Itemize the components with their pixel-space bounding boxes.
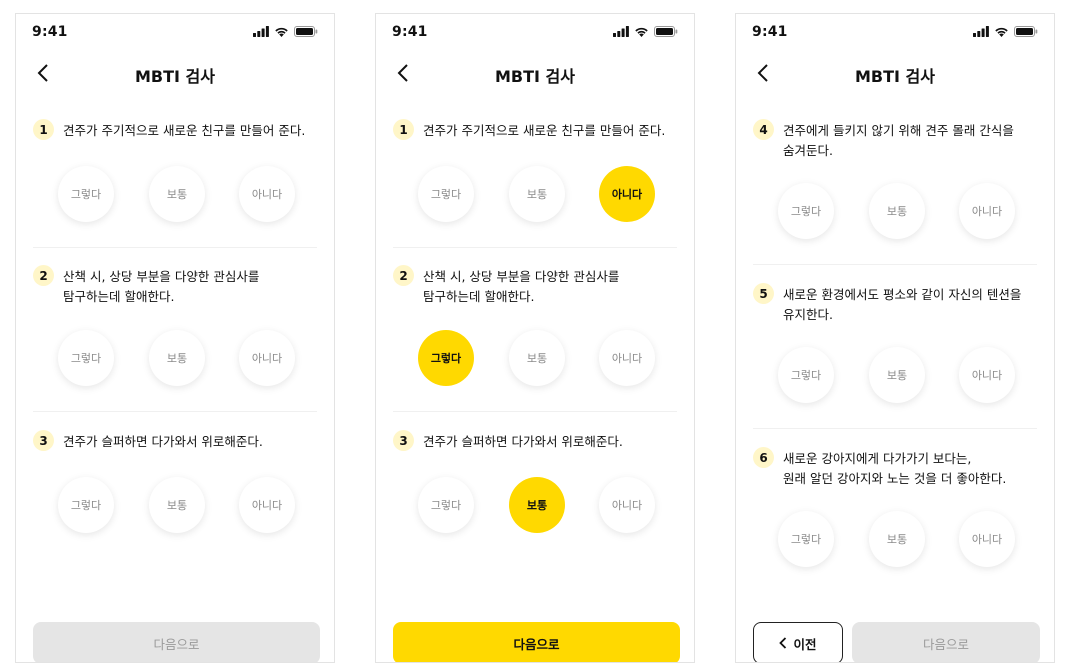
status-time: 9:41 <box>752 24 788 40</box>
option-yes[interactable]: 그렇다 <box>418 330 474 386</box>
nav-bar: MBTI 검사 <box>16 54 334 94</box>
question-number-badge: 3 <box>33 430 54 451</box>
battery-icon <box>654 26 678 37</box>
option-neutral[interactable]: 보통 <box>509 477 565 533</box>
chevron-left-icon <box>779 637 787 649</box>
question-text: 견주가 주기적으로 새로운 친구를 만들어 준다. <box>63 123 306 138</box>
option-yes[interactable]: 그렇다 <box>778 511 834 567</box>
divider <box>33 247 317 248</box>
option-no[interactable]: 아니다 <box>239 166 295 222</box>
question-text: 견주에게 들키지 않기 위해 견주 몰래 간식을 숨겨둔다. <box>783 123 1014 158</box>
option-neutral[interactable]: 보통 <box>509 166 565 222</box>
next-button[interactable]: 다음으로 <box>852 622 1040 662</box>
question-number-badge: 5 <box>753 283 774 304</box>
option-yes[interactable]: 그렇다 <box>778 347 834 403</box>
question-text: 산책 시, 상당 부분을 다양한 관심사를 탐구하는데 할애한다. <box>63 269 260 304</box>
divider <box>753 428 1037 429</box>
wifi-icon <box>635 27 648 37</box>
status-bar: 9:41 <box>376 14 694 54</box>
question-text: 새로운 환경에서도 평소와 같이 자신의 텐션을 유지한다. <box>783 287 1022 322</box>
nav-bar: MBTI 검사 <box>376 54 694 94</box>
stage: 9:41 MBTI 검사 1 견주가 주기적으로 새로운 친구를 만들어 준다.… <box>0 0 1069 670</box>
status-time: 9:41 <box>392 24 428 40</box>
page-title: MBTI 검사 <box>135 67 215 86</box>
option-neutral[interactable]: 보통 <box>149 166 205 222</box>
option-yes[interactable]: 그렇다 <box>58 330 114 386</box>
option-neutral[interactable]: 보통 <box>509 330 565 386</box>
page-title: MBTI 검사 <box>855 67 935 86</box>
question-text: 새로운 강아지에게 다가가기 보다는, 원래 알던 강아지와 노는 것을 더 좋아… <box>783 451 1007 486</box>
divider <box>33 411 317 412</box>
question-number-badge: 6 <box>753 447 774 468</box>
status-bar: 9:41 <box>736 14 1054 54</box>
battery-icon <box>1014 26 1038 37</box>
option-neutral[interactable]: 보통 <box>869 347 925 403</box>
question-number-badge: 4 <box>753 119 774 140</box>
option-no[interactable]: 아니다 <box>959 511 1015 567</box>
option-no[interactable]: 아니다 <box>599 330 655 386</box>
phone-screen-2: 9:41 MBTI 검사 1 견주가 주기적으로 새로운 친구를 만들어 준다.… <box>375 13 695 663</box>
question-number-badge: 1 <box>393 119 414 140</box>
option-yes[interactable]: 그렇다 <box>58 166 114 222</box>
status-bar: 9:41 <box>16 14 334 54</box>
phone-screen-3: 9:41 MBTI 검사 4 견주에게 들키지 않기 위해 견주 몰래 간식을 숨… <box>735 13 1055 663</box>
option-no[interactable]: 아니다 <box>239 330 295 386</box>
option-neutral[interactable]: 보통 <box>149 477 205 533</box>
question-number-badge: 1 <box>33 119 54 140</box>
option-no[interactable]: 아니다 <box>599 477 655 533</box>
divider <box>753 264 1037 265</box>
divider <box>393 247 677 248</box>
prev-button[interactable]: 이전 <box>753 622 843 662</box>
divider <box>393 411 677 412</box>
option-yes[interactable]: 그렇다 <box>418 477 474 533</box>
question-text: 견주가 주기적으로 새로운 친구를 만들어 준다. <box>423 123 666 138</box>
option-no[interactable]: 아니다 <box>599 166 655 222</box>
wifi-icon <box>995 27 1008 37</box>
status-icons <box>253 26 318 37</box>
option-neutral[interactable]: 보통 <box>149 330 205 386</box>
question-text: 산책 시, 상당 부분을 다양한 관심사를 탐구하는데 할애한다. <box>423 269 620 304</box>
prev-button-label: 이전 <box>793 636 817 652</box>
status-icons <box>973 26 1038 37</box>
next-button[interactable]: 다음으로 <box>393 622 680 662</box>
question-number-badge: 3 <box>393 430 414 451</box>
question-text: 견주가 슬퍼하면 다가와서 위로해준다. <box>423 434 623 449</box>
option-neutral[interactable]: 보통 <box>869 511 925 567</box>
option-neutral[interactable]: 보통 <box>869 183 925 239</box>
question-number-badge: 2 <box>393 265 414 286</box>
option-no[interactable]: 아니다 <box>959 347 1015 403</box>
option-yes[interactable]: 그렇다 <box>778 183 834 239</box>
question-text: 견주가 슬퍼하면 다가와서 위로해준다. <box>63 434 263 449</box>
phone-screen-1: 9:41 MBTI 검사 1 견주가 주기적으로 새로운 친구를 만들어 준다.… <box>15 13 335 663</box>
option-no[interactable]: 아니다 <box>959 183 1015 239</box>
question-number-badge: 2 <box>33 265 54 286</box>
cellular-signal-icon <box>253 26 269 37</box>
option-no[interactable]: 아니다 <box>239 477 295 533</box>
next-button[interactable]: 다음으로 <box>33 622 320 662</box>
nav-bar: MBTI 검사 <box>736 54 1054 94</box>
option-yes[interactable]: 그렇다 <box>58 477 114 533</box>
status-time: 9:41 <box>32 24 68 40</box>
cellular-signal-icon <box>613 26 629 37</box>
battery-icon <box>294 26 318 37</box>
option-yes[interactable]: 그렇다 <box>418 166 474 222</box>
page-title: MBTI 검사 <box>495 67 575 86</box>
cellular-signal-icon <box>973 26 989 37</box>
wifi-icon <box>275 27 288 37</box>
status-icons <box>613 26 678 37</box>
